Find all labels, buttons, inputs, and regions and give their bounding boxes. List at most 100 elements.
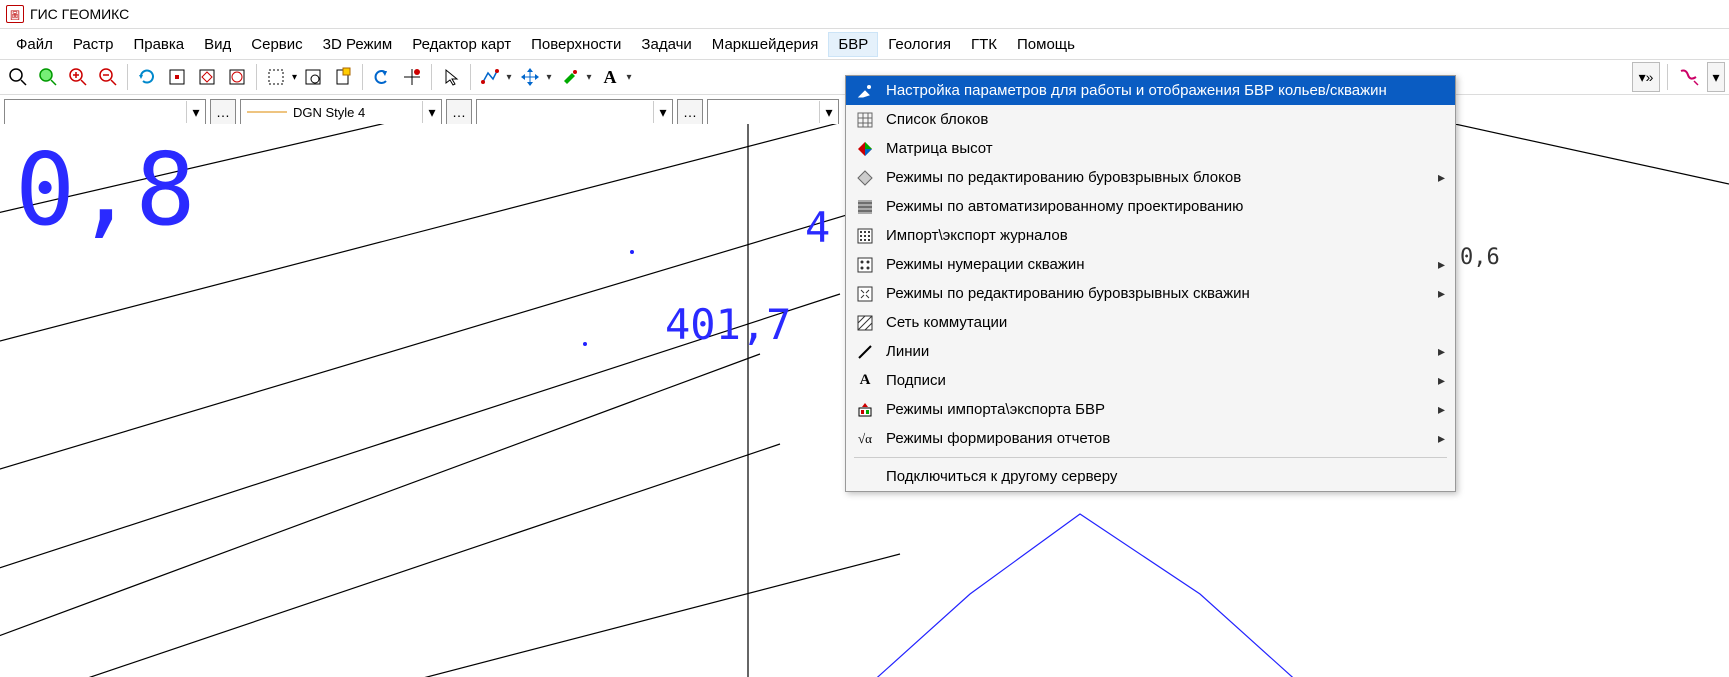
combo-3-more-button[interactable]: … xyxy=(677,99,703,125)
polyline-icon xyxy=(476,63,504,91)
dd-item-edit-blocks[interactable]: Режимы по редактированию буровзрывных бл… xyxy=(846,163,1455,192)
dropdown-caret-icon[interactable]: ▾ xyxy=(504,72,514,83)
hatch-diag-icon xyxy=(856,314,874,332)
zoom-minus-icon[interactable] xyxy=(94,63,122,91)
dd-label: Импорт\экспорт журналов xyxy=(886,227,1068,244)
rgb-diamond-icon xyxy=(856,140,874,158)
hatch-dots2-icon xyxy=(856,256,874,274)
menu-edit[interactable]: Правка xyxy=(123,32,194,57)
toolbar-overflow-button[interactable]: ▾ xyxy=(1707,62,1725,92)
menu-surfaces[interactable]: Поверхности xyxy=(521,32,631,57)
menu-help[interactable]: Помощь xyxy=(1007,32,1085,57)
dropdown-caret-icon[interactable]: ▾ xyxy=(624,72,634,83)
dd-item-labels[interactable]: A Подписи xyxy=(846,366,1455,395)
select-diamond-icon[interactable] xyxy=(193,63,221,91)
combo-4[interactable]: ▾ xyxy=(707,99,839,125)
menu-map-editor[interactable]: Редактор карт xyxy=(402,32,521,57)
zoom-in-icon[interactable] xyxy=(4,63,32,91)
map-label-big: 0,8 xyxy=(15,131,196,248)
dd-item-height-matrix[interactable]: Матрица высот xyxy=(846,134,1455,163)
text-icon: A xyxy=(596,63,624,91)
map-label-right: 0,6 xyxy=(1460,245,1500,270)
grid-icon xyxy=(856,111,874,129)
dd-item-network[interactable]: Сеть коммутации xyxy=(846,308,1455,337)
new-page-icon[interactable] xyxy=(329,63,357,91)
zoom-green-icon[interactable] xyxy=(34,63,62,91)
app-icon: 圖 xyxy=(6,5,24,23)
zoom-plus-icon[interactable] xyxy=(64,63,92,91)
toolbar-separator xyxy=(470,64,471,90)
dd-item-connect-server[interactable]: Подключиться к другому серверу xyxy=(846,462,1455,491)
menu-raster[interactable]: Растр xyxy=(63,32,124,57)
menu-gtk[interactable]: ГТК xyxy=(961,32,1007,57)
refresh-icon[interactable] xyxy=(133,63,161,91)
map-label-mid2: 401,7 xyxy=(665,300,791,349)
bvr-dropdown-menu: Настройка параметров для работы и отобра… xyxy=(845,75,1456,492)
toolbar-separator xyxy=(362,64,363,90)
marquee-icon[interactable] xyxy=(262,63,290,91)
menu-geology[interactable]: Геология xyxy=(878,32,961,57)
dd-item-edit-wells[interactable]: Режимы по редактированию буровзрывных ск… xyxy=(846,279,1455,308)
dd-label: Матрица высот xyxy=(886,140,993,157)
dropdown-caret-icon[interactable]: ▾ xyxy=(584,72,594,83)
config-icon xyxy=(856,82,874,100)
combo-style[interactable]: DGN Style 4 ▾ xyxy=(240,99,442,125)
menu-tasks[interactable]: Задачи xyxy=(631,32,701,57)
menu-3d-mode[interactable]: 3D Режим xyxy=(313,32,403,57)
text-tool[interactable]: A▾ xyxy=(596,63,634,91)
menu-file[interactable]: Файл xyxy=(6,32,63,57)
toolbar-overflow-button[interactable]: ▾» xyxy=(1632,62,1660,92)
pointer-icon[interactable] xyxy=(437,63,465,91)
move-tool[interactable]: ▾ xyxy=(516,63,554,91)
dd-item-import-export-journals[interactable]: Импорт\экспорт журналов xyxy=(846,221,1455,250)
menu-service[interactable]: Сервис xyxy=(241,32,312,57)
map-label-mid1: 4 xyxy=(805,203,830,252)
dd-item-lines[interactable]: Линии xyxy=(846,337,1455,366)
dd-label: Настройка параметров для работы и отобра… xyxy=(886,82,1387,99)
dd-label: Подключиться к другому серверу xyxy=(886,468,1117,485)
dd-label: Подписи xyxy=(886,372,946,389)
letter-a-icon: A xyxy=(856,372,874,390)
menu-view[interactable]: Вид xyxy=(194,32,241,57)
dd-label: Режимы по автоматизированному проектиров… xyxy=(886,198,1243,215)
dd-item-auto-design[interactable]: Режимы по автоматизированному проектиров… xyxy=(846,192,1455,221)
line-icon xyxy=(856,343,874,361)
combo-style-more-button[interactable]: … xyxy=(446,99,472,125)
hatch-cross-icon xyxy=(856,285,874,303)
menu-bvr[interactable]: БВР xyxy=(828,32,878,57)
import-export-icon xyxy=(856,401,874,419)
menu-surveying[interactable]: Маркшейдерия xyxy=(702,32,829,57)
dd-item-import-export-bvr[interactable]: Режимы импорта\экспорта БВР xyxy=(846,395,1455,424)
hatch-dots-icon xyxy=(856,227,874,245)
dd-item-config[interactable]: Настройка параметров для работы и отобра… xyxy=(846,76,1455,105)
dd-label: Сеть коммутации xyxy=(886,314,1007,331)
app-title: ГИС ГЕОМИКС xyxy=(30,6,129,22)
dd-label: Режимы нумерации скважин xyxy=(886,256,1085,273)
menu-bar: Файл Растр Правка Вид Сервис 3D Режим Ре… xyxy=(0,29,1729,60)
combo-3[interactable]: ▾ xyxy=(476,99,673,125)
line-style-preview-icon xyxy=(247,110,287,114)
undo-icon[interactable] xyxy=(368,63,396,91)
move-icon xyxy=(516,63,544,91)
crosshair-red-icon[interactable] xyxy=(398,63,426,91)
dd-item-block-list[interactable]: Список блоков xyxy=(846,105,1455,134)
combo-1-more-button[interactable]: … xyxy=(210,99,236,125)
polyline-tool[interactable]: ▾ xyxy=(476,63,514,91)
dropdown-caret-icon[interactable]: ▾ xyxy=(292,72,297,83)
toolbar-separator xyxy=(127,64,128,90)
paint-tool[interactable]: ▾ xyxy=(556,63,594,91)
select-circle-icon[interactable] xyxy=(223,63,251,91)
select-red-box-icon[interactable] xyxy=(163,63,191,91)
dd-label: Режимы импорта\экспорта БВР xyxy=(886,401,1105,418)
dd-item-report-modes[interactable]: √α Режимы формирования отчетов xyxy=(846,424,1455,453)
preview-icon[interactable] xyxy=(299,63,327,91)
dropdown-caret-icon[interactable]: ▾ xyxy=(544,72,554,83)
hatch-icon xyxy=(856,198,874,216)
dd-item-numbering-modes[interactable]: Режимы нумерации скважин xyxy=(846,250,1455,279)
dd-label: Список блоков xyxy=(886,111,988,128)
toolbar-separator xyxy=(256,64,257,90)
combo-style-label: DGN Style 4 xyxy=(293,105,365,120)
script-icon[interactable] xyxy=(1675,63,1703,91)
title-bar: 圖 ГИС ГЕОМИКС xyxy=(0,0,1729,29)
combo-1[interactable]: ▾ xyxy=(4,99,206,125)
